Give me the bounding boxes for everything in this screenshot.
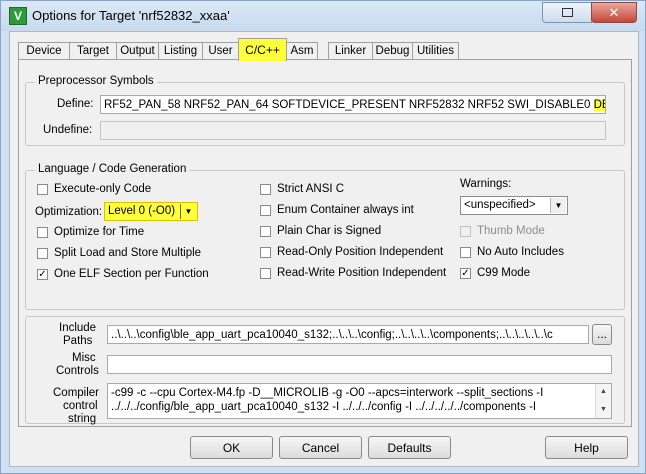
include-label-line1: Include	[59, 322, 97, 334]
misc-controls-field[interactable]	[107, 355, 612, 374]
compiler-label-line1: Compiler	[53, 387, 100, 399]
optimization-select[interactable]: Level 0 (-O0) ▼	[104, 202, 198, 221]
dialog-client: Device Target Output Listing User C/C++ …	[9, 31, 639, 467]
warnings-label: Warnings:	[460, 178, 512, 190]
tab-c-cpp[interactable]: C/C++	[238, 38, 287, 61]
chevron-down-icon: ▼	[550, 198, 566, 213]
undefine-field[interactable]	[100, 121, 606, 140]
options-dialog: V Options for Target 'nrf52832_xxaa' ✕ D…	[0, 0, 646, 474]
help-button[interactable]: Help	[545, 436, 628, 459]
ro-pi-label: Read-Only Position Independent	[277, 246, 444, 258]
optimization-value: Level 0 (-O0)	[108, 205, 176, 217]
tab-user[interactable]: User	[202, 42, 239, 60]
preprocessor-group: Preprocessor Symbols Define: RF52_PAN_58…	[25, 75, 625, 146]
tab-target[interactable]: Target	[69, 42, 117, 60]
c99-mode-checkbox[interactable]: ✓	[460, 268, 471, 279]
execute-only-label: Execute-only Code	[54, 183, 152, 195]
strict-ansi-checkbox[interactable]	[260, 184, 271, 195]
tab-utilities[interactable]: Utilities	[412, 42, 459, 60]
misc-label-line2: Controls	[56, 365, 99, 377]
optimization-label: Optimization:	[35, 206, 103, 218]
include-paths-field[interactable]: ..\..\..\config\ble_app_uart_pca10040_s1…	[107, 325, 589, 344]
cancel-button[interactable]: Cancel	[279, 436, 362, 459]
no-auto-includes-checkbox[interactable]	[460, 247, 471, 258]
enum-container-checkbox[interactable]	[260, 205, 271, 216]
language-title: Language / Code Generation	[35, 163, 190, 175]
plain-char-checkbox[interactable]	[260, 226, 271, 237]
undefine-label: Undefine:	[43, 124, 93, 136]
language-group: Language / Code Generation Execute-only …	[25, 163, 625, 310]
scroll-up-icon[interactable]: ▲	[596, 385, 611, 399]
warnings-select[interactable]: <unspecified> ▼	[460, 196, 568, 215]
close-button[interactable]: ✕	[591, 2, 637, 23]
compiler-control-string[interactable]: -c99 -c --cpu Cortex-M4.fp -D__MICROLIB …	[107, 383, 612, 419]
warnings-value: <unspecified>	[464, 199, 536, 211]
enum-container-label: Enum Container always int	[277, 204, 414, 216]
c-cpp-panel: Preprocessor Symbols Define: RF52_PAN_58…	[18, 59, 632, 427]
window-title: Options for Target 'nrf52832_xxaa'	[32, 8, 230, 23]
ok-button[interactable]: OK	[190, 436, 273, 459]
scroll-down-icon[interactable]: ▼	[596, 403, 611, 417]
one-elf-checkbox[interactable]: ✓	[37, 269, 48, 280]
preprocessor-title: Preprocessor Symbols	[35, 75, 157, 87]
restore-button[interactable]	[542, 2, 592, 23]
include-label-line2: Paths	[63, 335, 93, 347]
compiler-line-1: -c99 -c --cpu Cortex-M4.fp -D__MICROLIB …	[111, 387, 544, 399]
browse-include-button[interactable]: ...	[592, 324, 612, 345]
chevron-down-icon: ▼	[180, 204, 196, 219]
split-load-label: Split Load and Store Multiple	[54, 247, 202, 259]
optimize-time-checkbox[interactable]	[37, 227, 48, 238]
tab-device[interactable]: Device	[18, 42, 70, 60]
tab-asm[interactable]: Asm	[286, 42, 318, 60]
define-label: Define:	[57, 98, 94, 110]
rw-pi-label: Read-Write Position Independent	[277, 267, 447, 279]
thumb-mode-checkbox[interactable]	[460, 226, 471, 237]
tab-listing[interactable]: Listing	[158, 42, 203, 60]
tab-debug[interactable]: Debug	[372, 42, 413, 60]
thumb-mode-label: Thumb Mode	[477, 225, 545, 237]
execute-only-checkbox[interactable]	[37, 184, 48, 195]
ro-pi-checkbox[interactable]	[260, 247, 271, 258]
define-value: RF52_PAN_58 NRF52_PAN_64 SOFTDEVICE_PRES…	[104, 99, 591, 111]
compiler-label-line2: control	[63, 400, 98, 412]
rw-pi-checkbox[interactable]	[260, 268, 271, 279]
defaults-button[interactable]: Defaults	[368, 436, 451, 459]
plain-char-label: Plain Char is Signed	[277, 225, 382, 237]
compiler-scrollbar[interactable]: ▲ ▼	[595, 384, 611, 418]
restore-icon	[562, 8, 573, 17]
title-bar[interactable]: V Options for Target 'nrf52832_xxaa' ✕	[1, 1, 645, 31]
split-load-checkbox[interactable]	[37, 248, 48, 259]
paths-group: Include Paths ..\..\..\config\ble_app_ua…	[25, 316, 625, 425]
keil-app-icon: V	[9, 7, 27, 25]
define-field[interactable]: RF52_PAN_58 NRF52_PAN_64 SOFTDEVICE_PRES…	[100, 95, 606, 114]
no-auto-includes-label: No Auto Includes	[477, 246, 564, 258]
one-elf-label: One ELF Section per Function	[54, 268, 209, 280]
compiler-label-line3: string	[68, 413, 97, 425]
c99-mode-label: C99 Mode	[477, 267, 531, 279]
compiler-line-2: ../../../config/ble_app_uart_pca10040_s1…	[111, 401, 537, 413]
tab-output[interactable]: Output	[116, 42, 159, 60]
define-debug-highlight: DEBUG	[593, 99, 605, 111]
optimize-time-label: Optimize for Time	[54, 226, 145, 238]
tab-linker[interactable]: Linker	[328, 42, 373, 60]
misc-label-line1: Misc	[72, 352, 96, 364]
strict-ansi-label: Strict ANSI C	[277, 183, 345, 195]
